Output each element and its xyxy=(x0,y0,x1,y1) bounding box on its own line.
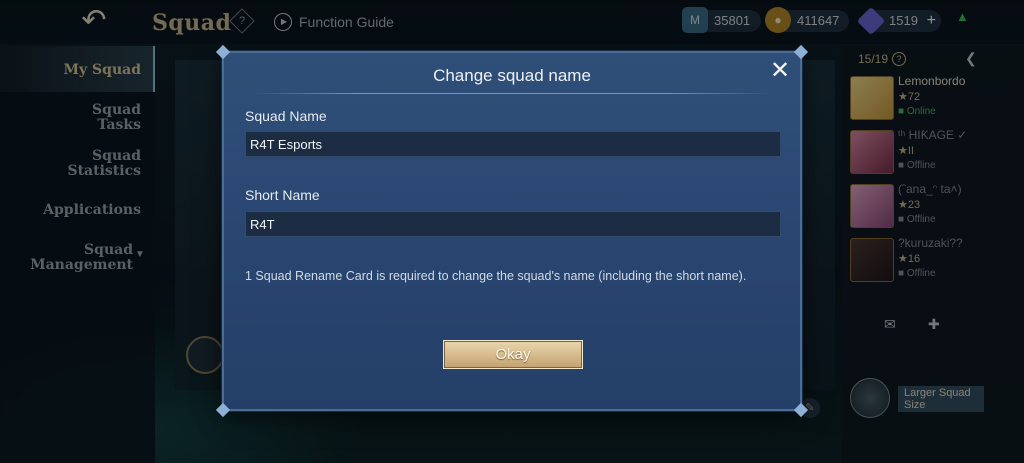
okay-button[interactable]: Okay xyxy=(443,340,583,369)
squad-name-label: Squad Name xyxy=(245,108,327,124)
change-squad-name-dialog: Change squad name ✕ Squad Name Short Nam… xyxy=(215,44,809,418)
title-divider xyxy=(250,93,774,94)
rename-card-note: 1 Squad Rename Card is required to chang… xyxy=(245,269,747,283)
close-icon[interactable]: ✕ xyxy=(768,59,792,84)
dialog-title: Change squad name xyxy=(433,66,591,85)
squad-name-input[interactable] xyxy=(245,131,781,157)
short-name-input[interactable] xyxy=(245,211,781,237)
short-name-label: Short Name xyxy=(245,187,320,203)
